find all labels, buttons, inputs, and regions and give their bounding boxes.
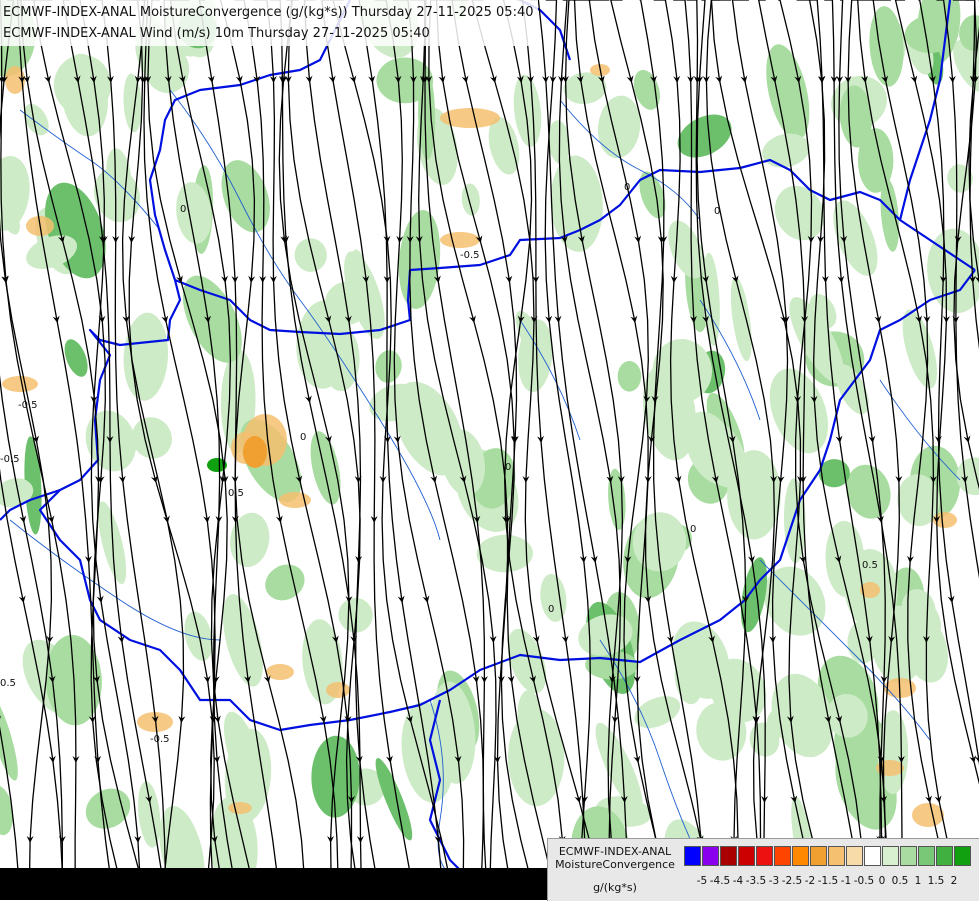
contour-label: 0 (690, 524, 696, 535)
legend-swatch (936, 846, 953, 866)
legend-swatch (774, 846, 791, 866)
negative-convergence-area (2, 376, 38, 392)
negative-convergence-area (326, 682, 350, 698)
contour-label: 0 (624, 182, 630, 193)
contour-label: 0 (505, 462, 511, 473)
contour-label: 0 (714, 206, 720, 217)
negative-convergence-area (912, 803, 944, 827)
legend-swatch (756, 846, 773, 866)
positive-convergence-area (508, 709, 564, 807)
negative-convergence-area (228, 802, 252, 814)
legend-tick-label: 1.5 (928, 875, 945, 887)
contour-label: 0.5 (862, 560, 878, 571)
contour-label: 0 (548, 604, 554, 615)
map-title-moisture: ECMWF-INDEX-ANAL MoistureConvergence (g/… (3, 2, 534, 23)
legend-title: ECMWF-INDEX-ANAL MoistureConvergence (550, 845, 680, 871)
legend-tick-label: 0.5 (892, 875, 909, 887)
legend-swatch (954, 846, 971, 866)
map-title-wind: ECMWF-INDEX-ANAL Wind (m/s) 10m Thursday… (3, 23, 534, 44)
negative-convergence-area (266, 664, 294, 680)
color-legend: ECMWF-INDEX-ANAL MoistureConvergence g/(… (547, 838, 979, 901)
contour-label: -0.5 (18, 400, 38, 411)
legend-swatch (846, 846, 863, 866)
legend-swatch (720, 846, 737, 866)
legend-tick-label: -3 (769, 875, 779, 887)
legend-unit: g/(kg*s) (550, 881, 680, 894)
contour-label: -0.5 (150, 734, 170, 745)
legend-tick-label: -4 (733, 875, 743, 887)
legend-swatches (684, 846, 972, 866)
legend-tick-label: -1 (841, 875, 851, 887)
negative-convergence-area (440, 232, 480, 248)
weather-map: -0.5 0.5 0 -0.5 0 0.5 -0.5 0 0 0 -0.5 0.5 0 0 (0, 0, 979, 900)
legend-tick-label: 2 (951, 875, 958, 887)
strong-divergence-core (243, 436, 267, 468)
legend-tick-label: -0.5 (854, 875, 875, 887)
legend-source: ECMWF-INDEX-ANAL (550, 845, 680, 858)
map-title-block: ECMWF-INDEX-ANAL MoistureConvergence (g/… (0, 0, 538, 46)
legend-tick-label: -3.5 (746, 875, 767, 887)
legend-tick-label: -2 (805, 875, 815, 887)
legend-swatch (882, 846, 899, 866)
legend-swatch (900, 846, 917, 866)
contour-label: -0.5 (460, 250, 480, 261)
legend-parameter: MoistureConvergence (550, 858, 680, 871)
legend-swatch (828, 846, 845, 866)
legend-swatch (792, 846, 809, 866)
nodata-strip (0, 868, 547, 900)
legend-swatch (810, 846, 827, 866)
legend-swatch (684, 846, 701, 866)
contour-label: 0 (300, 432, 306, 443)
contour-label: -0.5 (0, 454, 20, 465)
positive-convergence-area (618, 361, 642, 392)
legend-swatch (738, 846, 755, 866)
legend-swatch (864, 846, 881, 866)
legend-tick-label: -2.5 (782, 875, 803, 887)
legend-swatch (918, 846, 935, 866)
legend-tick-label: -4.5 (710, 875, 731, 887)
legend-tick-label: 1 (915, 875, 922, 887)
legend-swatch (702, 846, 719, 866)
contour-label: 0 (180, 204, 186, 215)
contour-label: 0.5 (0, 678, 16, 689)
contour-label: 0.5 (228, 488, 244, 499)
legend-tick-label: -1.5 (818, 875, 839, 887)
legend-tick-label: -5 (697, 875, 707, 887)
legend-tick-label: 0 (879, 875, 886, 887)
